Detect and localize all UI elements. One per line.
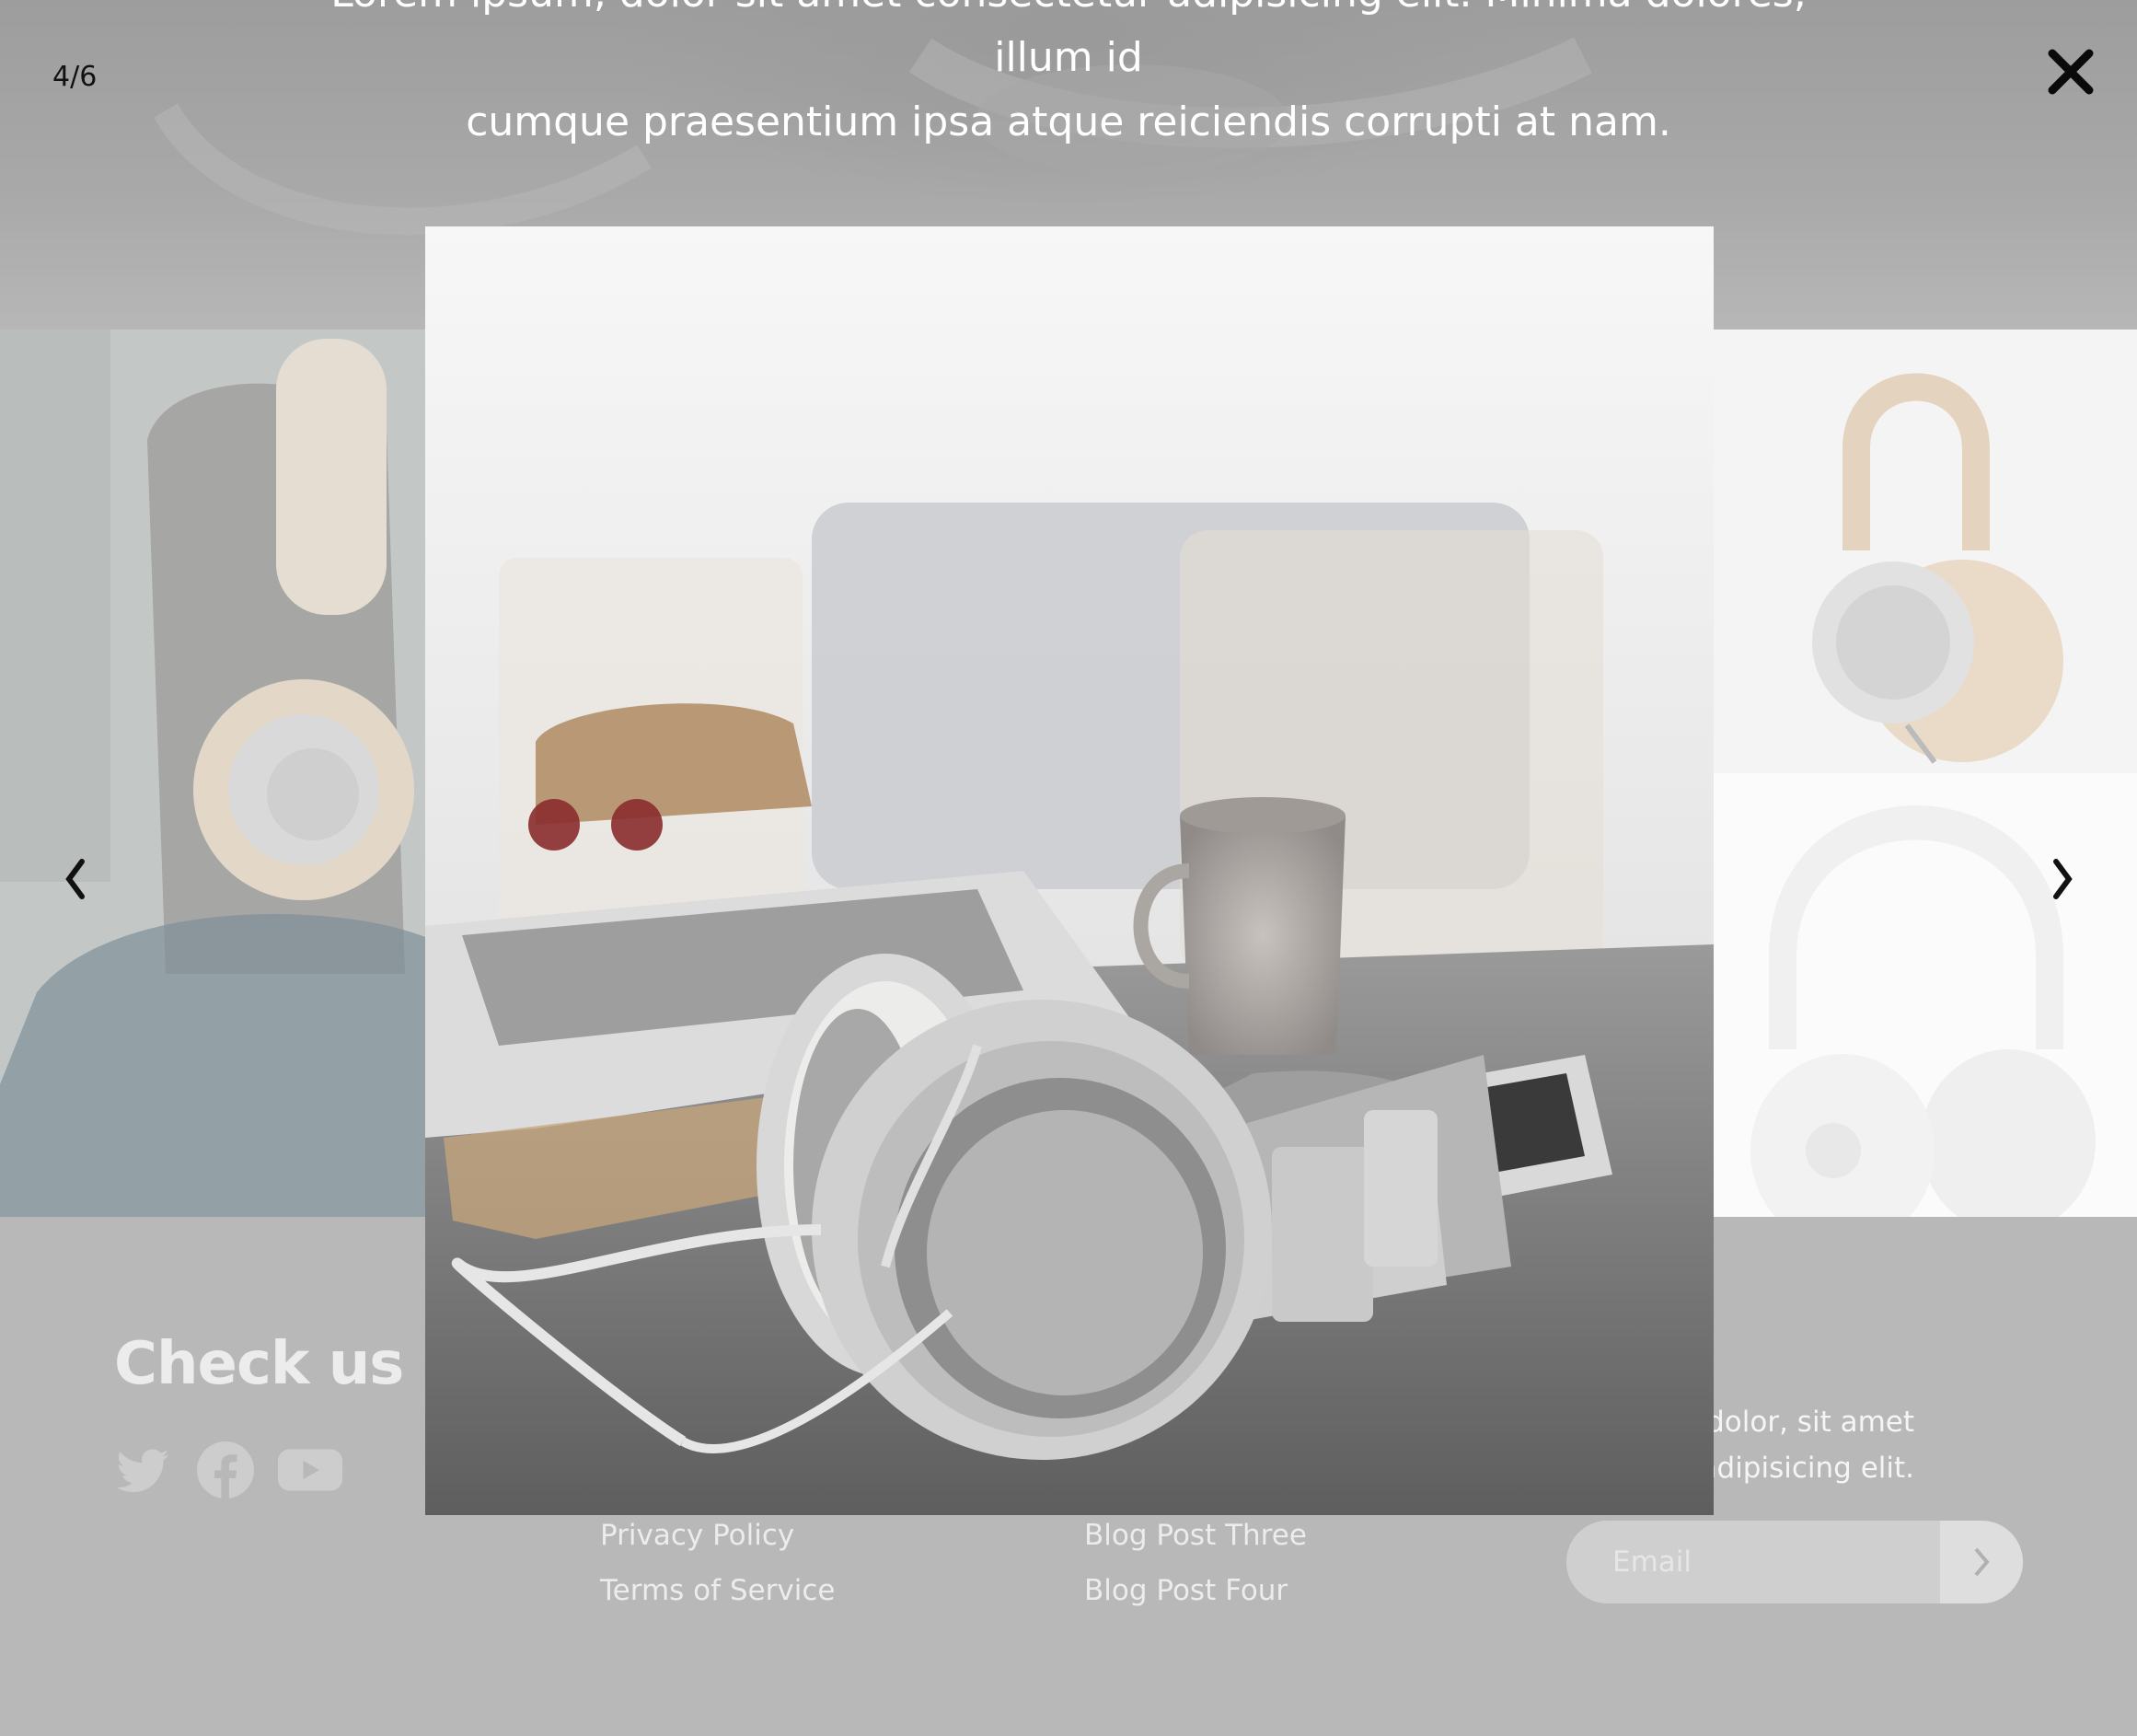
page: Lorem ipsum, dolor sit amet consectetur …: [0, 0, 2137, 1736]
lightbox-image: [425, 226, 1714, 1515]
previous-button[interactable]: [52, 847, 98, 911]
close-icon: [2048, 49, 2094, 95]
lightbox-overlay: 4/6: [0, 0, 2137, 1736]
headphones-on-desk-photo: [425, 226, 1714, 1515]
slide-counter: 4/6: [52, 61, 98, 93]
next-button[interactable]: [2039, 847, 2085, 911]
chevron-left-icon: [65, 859, 85, 899]
chevron-right-icon: [2053, 859, 2073, 899]
close-button[interactable]: [2045, 46, 2097, 98]
